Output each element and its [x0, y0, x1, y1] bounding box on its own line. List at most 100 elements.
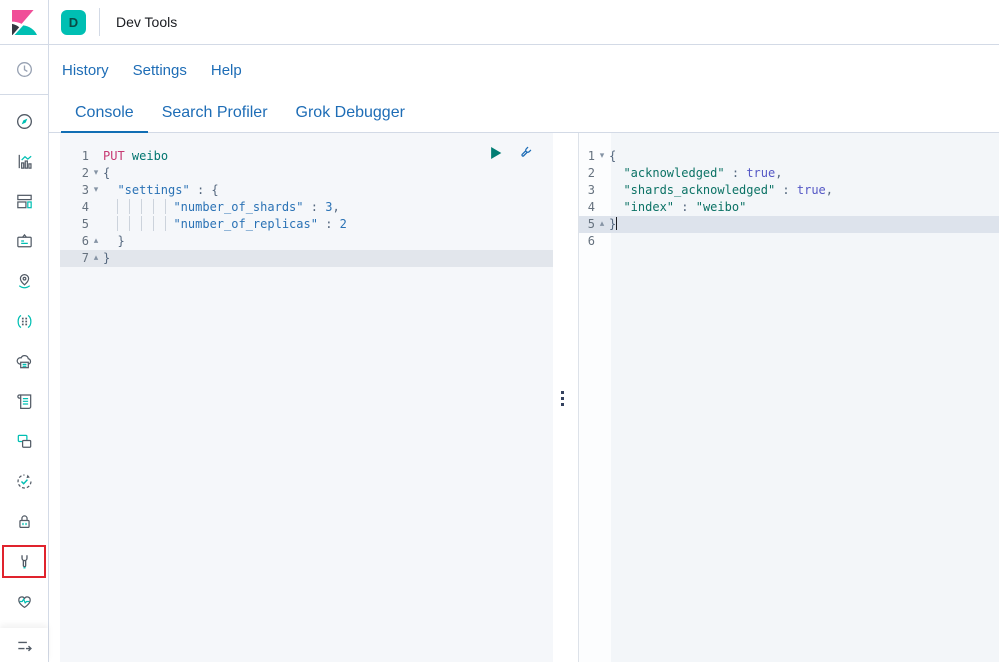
- menu-link-settings[interactable]: Settings: [133, 62, 187, 79]
- token-punct: }: [609, 217, 616, 231]
- code-line-5[interactable]: 5 "number_of_replicas" : 2: [60, 216, 553, 233]
- metrics-cloud-icon: [15, 352, 34, 371]
- code-line-6[interactable]: 6▴ }: [60, 233, 553, 250]
- menu-link-history[interactable]: History: [62, 62, 109, 79]
- line-number: 1: [579, 148, 595, 165]
- fold-toggle-icon[interactable]: ▴: [89, 250, 103, 267]
- token-plain: [689, 200, 696, 214]
- collapse-icon: [15, 636, 34, 655]
- devtools-menu-bar: History Settings Help: [49, 45, 999, 95]
- sidebar-item-siem[interactable]: [0, 501, 48, 541]
- line-number: 3: [60, 182, 89, 199]
- code-text: "index" : "weibo": [609, 199, 999, 216]
- sidebar-item-canvas[interactable]: [0, 221, 48, 261]
- token-url: weibo: [132, 149, 168, 163]
- fold-spacer: [595, 199, 609, 216]
- token-plain: [103, 200, 117, 214]
- sidebar-item-machine-learning[interactable]: [0, 301, 48, 341]
- sidebar-item-recently-viewed[interactable]: [0, 50, 48, 90]
- code-line-5: 5▴}: [579, 216, 999, 233]
- sidebar-item-apm[interactable]: [0, 421, 48, 461]
- devtools-tab-bar: ConsoleSearch ProfilerGrok Debugger: [49, 95, 999, 133]
- code-line-1[interactable]: 1 PUT weibo: [60, 148, 553, 165]
- sidebar-item-discover[interactable]: [0, 101, 48, 141]
- lock-icon: [15, 512, 34, 531]
- token-rkey: "shards_acknowledged": [623, 183, 775, 197]
- code-line-3[interactable]: 3▾ "settings" : {: [60, 182, 553, 199]
- code-text[interactable]: "number_of_replicas" : 2: [103, 216, 553, 233]
- token-plain: [725, 166, 732, 180]
- token-plain: [103, 183, 117, 197]
- token-punct: ,: [775, 166, 782, 180]
- sidebar-item-dashboard[interactable]: [0, 181, 48, 221]
- sidebar-item-maps[interactable]: [0, 261, 48, 301]
- code-text: [609, 233, 999, 250]
- fold-spacer: [595, 165, 609, 182]
- kibana-logo-cell[interactable]: [0, 0, 49, 44]
- fold-toggle-icon[interactable]: ▾: [89, 165, 103, 182]
- kibana-logo-icon: [12, 10, 37, 35]
- token-rkey: "index": [623, 200, 674, 214]
- code-text[interactable]: }: [103, 233, 553, 250]
- fold-spacer: [89, 199, 103, 216]
- line-number: 6: [60, 233, 89, 250]
- token-key: "settings": [117, 183, 189, 197]
- bar-chart-icon: [15, 152, 34, 171]
- fold-toggle-icon[interactable]: ▴: [595, 216, 609, 233]
- token-method: PUT: [103, 149, 125, 163]
- token-plain: [103, 217, 117, 231]
- token-bool: true: [797, 183, 826, 197]
- sidebar-item-dev-tools[interactable]: [2, 545, 46, 578]
- clock-icon: [15, 60, 34, 79]
- fold-toggle-icon[interactable]: ▾: [89, 182, 103, 199]
- fold-toggle-icon[interactable]: ▴: [89, 233, 103, 250]
- resize-drag-handle[interactable]: [561, 391, 564, 406]
- wrench-icon: [15, 552, 34, 571]
- token-rstr: "weibo": [696, 200, 747, 214]
- token-rkey: "acknowledged": [623, 166, 724, 180]
- fold-spacer: [595, 182, 609, 199]
- token-plain: [125, 149, 132, 163]
- tab-console[interactable]: Console: [61, 104, 148, 133]
- code-text: "acknowledged" : true,: [609, 165, 999, 182]
- code-line-7[interactable]: 7▴}: [60, 250, 553, 267]
- console-editors: 1PUT weibo2▾{3▾ "settings" : {4 "number_…: [49, 133, 999, 662]
- token-punct: :: [732, 166, 739, 180]
- code-text[interactable]: PUT weibo: [103, 148, 553, 165]
- tab-grok-debugger[interactable]: Grok Debugger: [282, 104, 419, 133]
- token-key: "number_of_replicas": [173, 217, 318, 231]
- response-viewer: 1▾{2 "acknowledged" : true,3 "shards_ack…: [578, 133, 999, 662]
- menu-link-help[interactable]: Help: [211, 62, 242, 79]
- code-line-4[interactable]: 4 "number_of_shards" : 3,: [60, 199, 553, 216]
- line-number: 7: [60, 250, 89, 267]
- request-editor[interactable]: 1PUT weibo2▾{3▾ "settings" : {4 "number_…: [60, 133, 553, 662]
- sidebar-item-visualize[interactable]: [0, 141, 48, 181]
- page-title: Dev Tools: [116, 14, 177, 30]
- code-line-1: 1▾{: [579, 148, 999, 165]
- dashboard-icon: [15, 192, 34, 211]
- panel-gap: [553, 133, 578, 662]
- token-punct: }: [117, 234, 124, 248]
- line-number: 4: [579, 199, 595, 216]
- token-punct: :: [681, 200, 688, 214]
- code-text[interactable]: "number_of_shards" : 3,: [103, 199, 553, 216]
- code-text[interactable]: }: [103, 250, 553, 267]
- tab-search-profiler[interactable]: Search Profiler: [148, 104, 282, 133]
- code-line-2[interactable]: 2▾{: [60, 165, 553, 182]
- token-punct: :: [782, 183, 789, 197]
- line-number: 1: [60, 148, 89, 165]
- heartbeat-icon: [15, 592, 34, 611]
- fold-toggle-icon[interactable]: ▾: [595, 148, 609, 165]
- code-text[interactable]: "settings" : {: [103, 182, 553, 199]
- app-badge: D: [61, 10, 86, 35]
- sidebar-item-stack-monitoring[interactable]: [0, 581, 48, 621]
- token-plain: [609, 183, 623, 197]
- line-number: 2: [579, 165, 595, 182]
- code-text: "shards_acknowledged" : true,: [609, 182, 999, 199]
- sidebar-item-uptime[interactable]: [0, 461, 48, 501]
- sidebar-item-metrics[interactable]: [0, 341, 48, 381]
- logs-scroll-icon: [15, 392, 34, 411]
- code-text[interactable]: {: [103, 165, 553, 182]
- sidebar-item-logs[interactable]: [0, 381, 48, 421]
- sidebar-item-collapse-nav[interactable]: [0, 625, 48, 662]
